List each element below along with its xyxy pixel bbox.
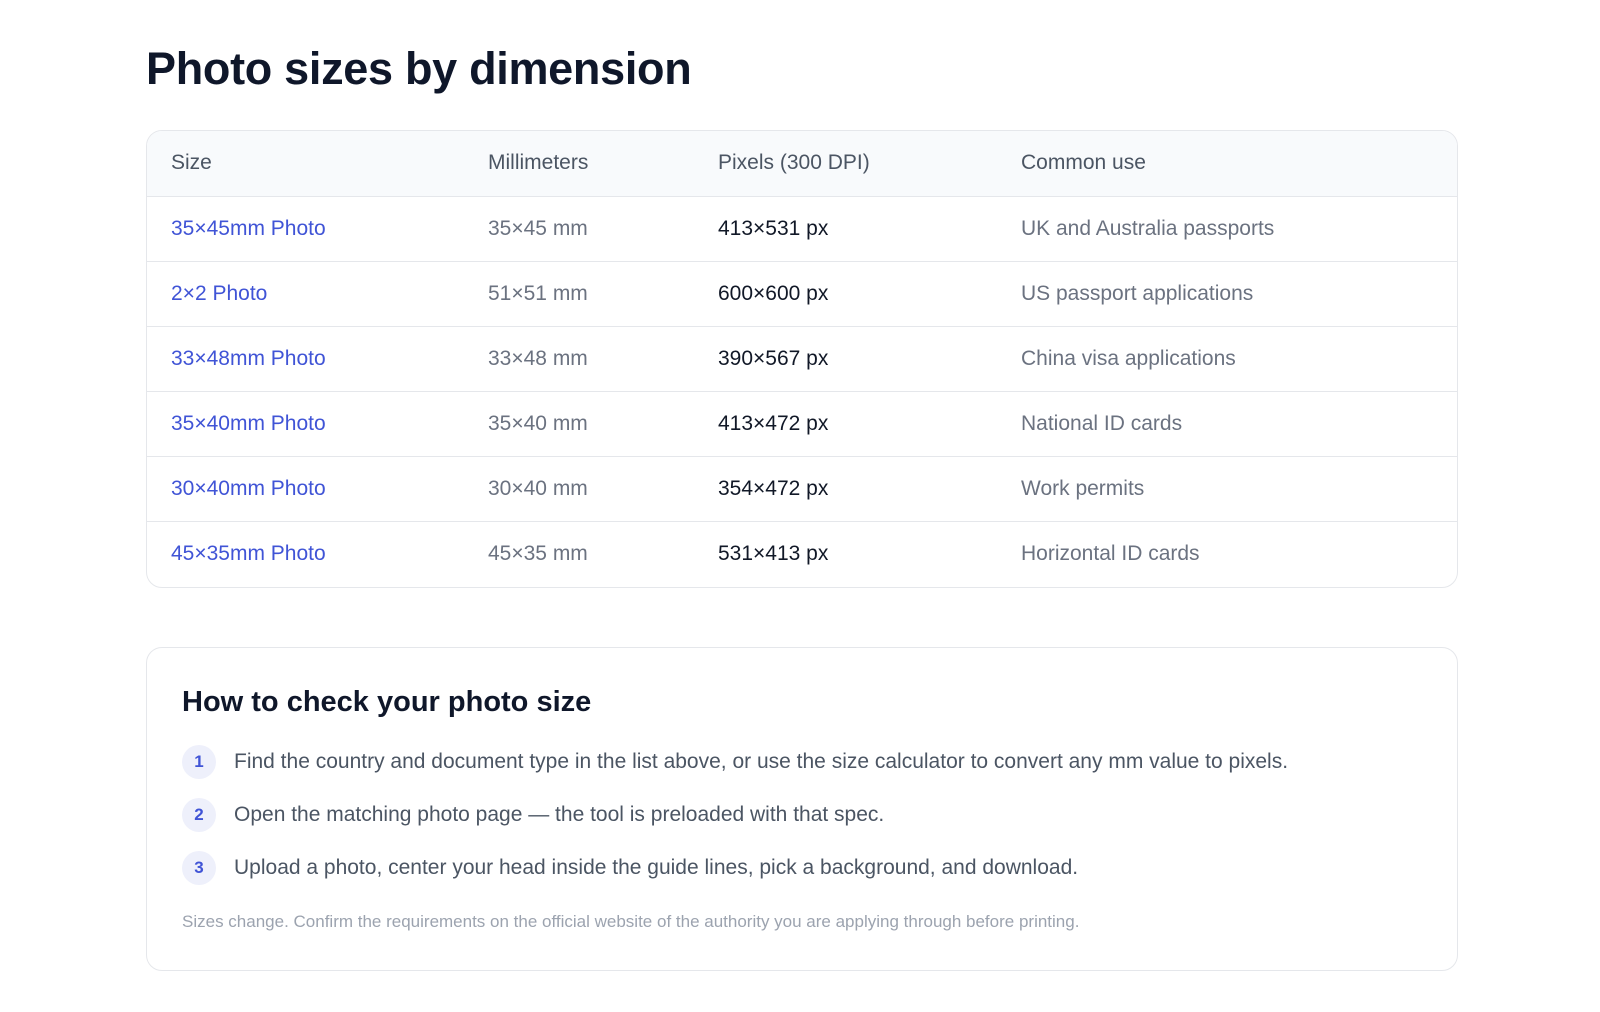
millimeters-cell: 45×35 mm — [488, 541, 588, 565]
pixels-cell: 354×472 px — [718, 476, 829, 500]
size-link[interactable]: 35×40mm Photo — [171, 412, 326, 435]
step-item: 2 Open the matching photo page — the too… — [182, 797, 1288, 833]
size-cell: 2×2 Photo — [147, 261, 464, 326]
size-cell: 33×48mm Photo — [147, 326, 464, 391]
table-row: 45×35mm Photo 45×35 mm 531×413 px Horizo… — [147, 521, 1457, 586]
common-use-cell: National ID cards — [1021, 411, 1183, 435]
table-header-row: Size Millimeters Pixels (300 DPI) Common… — [147, 131, 1457, 197]
step-text: Open the matching photo page — the tool … — [234, 803, 885, 826]
millimeters-cell: 35×45 mm — [488, 216, 588, 240]
common-use-cell: UK and Australia passports — [1021, 216, 1275, 240]
millimeters-cell: 30×40 mm — [488, 476, 588, 500]
common-use-cell: US passport applications — [1021, 281, 1254, 305]
pixels-cell: 531×413 px — [718, 541, 829, 565]
page: Photo sizes by dimension Size Millimeter… — [0, 0, 1600, 1012]
common-use-cell: China visa applications — [1021, 346, 1236, 370]
pixels-cell: 390×567 px — [718, 346, 829, 370]
photo-sizes-table: Size Millimeters Pixels (300 DPI) Common… — [147, 131, 1457, 586]
step-number-badge: 1 — [182, 745, 216, 779]
pixels-cell: 413×531 px — [718, 216, 829, 240]
step-item: 3 Upload a photo, center your head insid… — [182, 850, 1288, 886]
step-number-badge: 3 — [182, 851, 216, 885]
millimeters-cell: 51×51 mm — [488, 281, 588, 305]
size-link[interactable]: 30×40mm Photo — [171, 477, 326, 500]
step-text: Find the country and document type in th… — [234, 750, 1289, 773]
size-cell: 45×35mm Photo — [147, 521, 464, 586]
millimeters-cell: 33×48 mm — [488, 346, 588, 370]
table-row: 35×45mm Photo 35×45 mm 413×531 px UK and… — [147, 196, 1457, 261]
size-link[interactable]: 33×48mm Photo — [171, 347, 326, 370]
step-number-badge: 2 — [182, 798, 216, 832]
steps-list: 1 Find the country and document type in … — [182, 744, 1288, 903]
step-item: 1 Find the country and document type in … — [182, 744, 1288, 780]
page-title: Photo sizes by dimension — [146, 43, 692, 94]
size-link[interactable]: 45×35mm Photo — [171, 542, 326, 565]
size-cell: 35×40mm Photo — [147, 391, 464, 456]
how-to-check-card: How to check your photo size 1 Find the … — [146, 647, 1458, 971]
common-use-cell: Work permits — [1021, 476, 1145, 500]
table-row: 2×2 Photo 51×51 mm 600×600 px US passpor… — [147, 261, 1457, 326]
column-header-common-use: Common use — [997, 131, 1457, 197]
size-cell: 35×45mm Photo — [147, 196, 464, 261]
table-row: 30×40mm Photo 30×40 mm 354×472 px Work p… — [147, 456, 1457, 521]
column-header-pixels: Pixels (300 DPI) — [694, 131, 997, 197]
table-row: 35×40mm Photo 35×40 mm 413×472 px Nation… — [147, 391, 1457, 456]
size-cell: 30×40mm Photo — [147, 456, 464, 521]
how-to-title: How to check your photo size — [182, 686, 592, 718]
size-link[interactable]: 2×2 Photo — [171, 282, 267, 305]
column-header-millimeters: Millimeters — [464, 131, 694, 197]
disclaimer-note: Sizes change. Confirm the requirements o… — [182, 912, 1080, 931]
photo-sizes-table-card: Size Millimeters Pixels (300 DPI) Common… — [146, 130, 1458, 588]
column-header-size: Size — [147, 131, 464, 197]
millimeters-cell: 35×40 mm — [488, 411, 588, 435]
step-text: Upload a photo, center your head inside … — [234, 856, 1079, 879]
table-body: 35×45mm Photo 35×45 mm 413×531 px UK and… — [147, 196, 1457, 586]
pixels-cell: 413×472 px — [718, 411, 829, 435]
table-row: 33×48mm Photo 33×48 mm 390×567 px China … — [147, 326, 1457, 391]
size-link[interactable]: 35×45mm Photo — [171, 217, 326, 240]
table-header: Size Millimeters Pixels (300 DPI) Common… — [147, 131, 1457, 197]
pixels-cell: 600×600 px — [718, 281, 829, 305]
common-use-cell: Horizontal ID cards — [1021, 541, 1200, 565]
